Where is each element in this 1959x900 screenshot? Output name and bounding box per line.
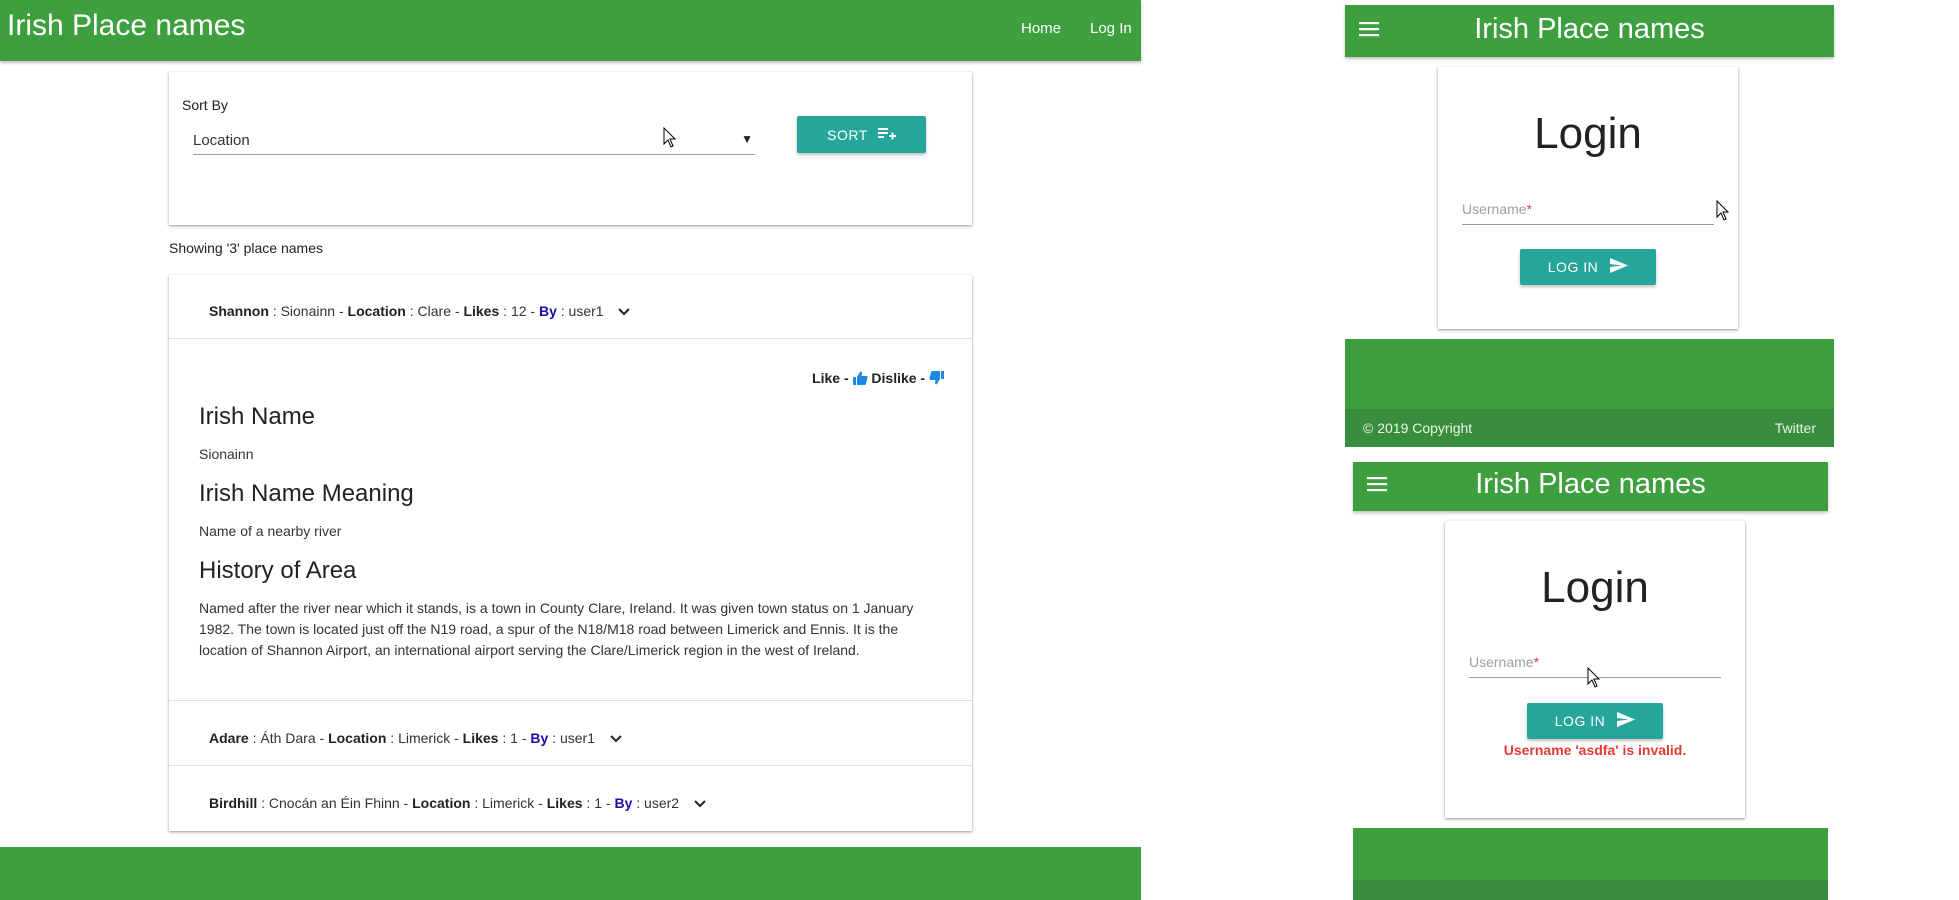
login-button-label: LOG IN (1554, 713, 1606, 729)
login-error-message: Username 'asdfa' is invalid. (1503, 742, 1687, 758)
username-input[interactable]: Username* (1462, 195, 1714, 225)
meaning-heading: Irish Name Meaning (199, 480, 414, 507)
dislike-label: Dislike (871, 370, 917, 386)
brand-title[interactable]: Irish Place names (7, 9, 245, 43)
login-card-2: Login Username* LOG IN Username 'asdfa' … (1445, 521, 1745, 818)
place-row-shannon[interactable]: Shannon : Sionainn - Location : Clare - … (169, 275, 972, 339)
place-row-birdhill[interactable]: Birdhill : Cnocán an Éin Fhinn - Locatio… (169, 767, 972, 831)
place-list-card: Shannon : Sionainn - Location : Clare - … (169, 275, 972, 831)
sort-selected-value: Location (193, 132, 250, 149)
login-heading: Login (1541, 563, 1649, 612)
place-location: Limerick (482, 795, 535, 811)
mobile-title: Irish Place names (1475, 468, 1706, 500)
sort-card: Sort By Location ▼ SORT (169, 72, 972, 225)
place-location: Limerick (398, 730, 451, 746)
login-button-label: LOG IN (1547, 259, 1599, 275)
caret-down-icon: ▼ (741, 132, 753, 146)
username-placeholder: Username (1462, 201, 1527, 217)
like-dislike-bar: Like - Dislike - (812, 370, 944, 388)
sort-button-label: SORT (827, 126, 868, 143)
irish-name-heading: Irish Name (199, 403, 316, 430)
sort-button[interactable]: SORT (797, 116, 926, 153)
place-detail-panel: Like - Dislike - Irish Name Sionainn Iri… (169, 340, 972, 701)
main-navbar: Irish Place names Home Log In (0, 0, 1141, 61)
irish-name-value: Sionainn (199, 446, 254, 462)
mouse-cursor-icon (1587, 666, 1601, 694)
place-name: Adare (209, 730, 249, 746)
place-name: Birdhill (209, 795, 258, 811)
history-text: Named after the river near which it stan… (199, 600, 914, 658)
playlist-add-icon (877, 126, 896, 143)
meaning-value: Name of a nearby river (199, 523, 342, 539)
twitter-link[interactable]: Twitter (1775, 420, 1816, 436)
mouse-cursor-icon (1716, 199, 1730, 227)
login-card-1: Login Username* LOG IN (1438, 67, 1738, 329)
place-likes: 12 (510, 303, 527, 319)
like-label: Like (812, 370, 841, 386)
thumbs-down-icon[interactable] (929, 371, 944, 388)
sort-by-label: Sort By (182, 97, 228, 113)
place-location: Clare (417, 303, 451, 319)
copyright-text: © 2019 Copyright (1363, 420, 1473, 436)
mobile-title: Irish Place names (1474, 13, 1705, 45)
place-irish: Sionainn (280, 303, 336, 319)
copyright-bar (1353, 880, 1828, 900)
mouse-cursor-icon (663, 126, 677, 154)
nav-login-link[interactable]: Log In (1090, 20, 1132, 37)
mobile-navbar-2: Irish Place names (1353, 462, 1828, 511)
place-name: Shannon (209, 303, 269, 319)
place-author: user1 (559, 730, 595, 746)
nav-home-link[interactable]: Home (1021, 20, 1061, 37)
chevron-down-icon[interactable] (693, 796, 707, 812)
place-irish: Cnocán an Éin Fhinn (268, 795, 400, 811)
send-icon (1617, 712, 1636, 730)
mobile-navbar-1: Irish Place names (1345, 5, 1834, 57)
copyright-bar: © 2019 Copyright Twitter (1345, 409, 1834, 447)
place-irish: Áth Dara (260, 730, 316, 746)
thumbs-up-icon[interactable] (852, 371, 868, 388)
history-heading: History of Area (199, 557, 357, 584)
main-footer (0, 847, 1141, 900)
mobile-footer-1: © 2019 Copyright Twitter (1345, 339, 1834, 447)
send-icon (1610, 258, 1629, 276)
place-likes: 1 (510, 730, 518, 746)
place-author: user1 (568, 303, 604, 319)
login-button[interactable]: LOG IN (1520, 249, 1656, 285)
chevron-down-icon[interactable] (609, 731, 623, 747)
chevron-down-icon[interactable] (617, 304, 631, 320)
login-button[interactable]: LOG IN (1527, 703, 1663, 739)
place-author: user2 (644, 795, 680, 811)
results-count-text: Showing '3' place names (169, 240, 323, 256)
mobile-footer-2 (1353, 828, 1828, 900)
place-likes: 1 (594, 795, 602, 811)
place-row-adare[interactable]: Adare : Áth Dara - Location : Limerick -… (169, 702, 972, 766)
login-heading: Login (1534, 109, 1642, 158)
username-placeholder: Username (1469, 654, 1534, 670)
